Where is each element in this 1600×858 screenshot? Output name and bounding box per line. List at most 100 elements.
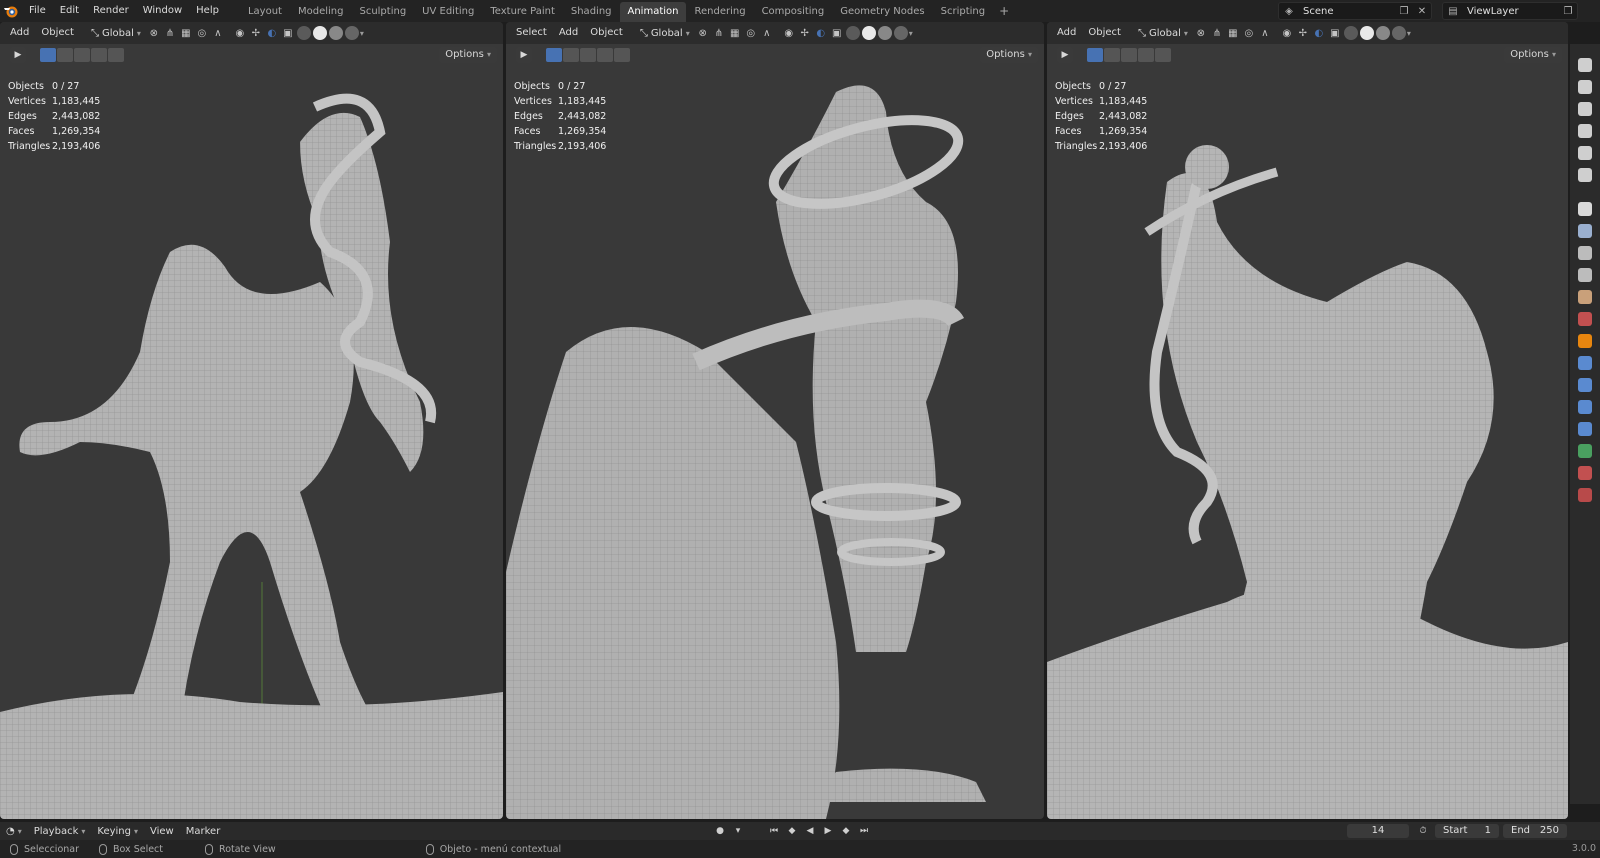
shading-wire-icon[interactable] [296, 26, 311, 40]
record-icon[interactable]: ● [712, 823, 728, 839]
physics-icon[interactable] [1578, 400, 1592, 414]
scene-icon[interactable] [1578, 290, 1592, 304]
tab-scripting[interactable]: Scripting [933, 2, 993, 22]
snap-grid-icon[interactable]: ▦ [178, 25, 194, 41]
start-frame-field[interactable]: Start 1 [1435, 824, 1499, 838]
select-tool-icon[interactable]: ▶ [516, 47, 532, 63]
view-layer-selector[interactable]: ▤ ViewLayer ❐ [1442, 2, 1578, 20]
visibility-icon[interactable]: ◉ [1279, 25, 1295, 41]
select-tool-icon[interactable]: ▶ [10, 47, 26, 63]
shading-rendered-icon[interactable] [1391, 26, 1406, 40]
gizmo-icon[interactable]: ✢ [248, 25, 264, 41]
next-keyframe-icon[interactable]: ◆ [838, 823, 854, 839]
options-dropdown[interactable]: Options ▾ [439, 47, 497, 63]
jump-end-icon[interactable]: ⏭ [856, 823, 872, 839]
select-tool-icon[interactable]: ▶ [1057, 47, 1073, 63]
end-frame-field[interactable]: End 250 [1503, 824, 1567, 838]
shading-rendered-icon[interactable] [893, 26, 908, 40]
viewport-center-orientation[interactable]: ⤡ Global ▾ [635, 24, 695, 42]
tab-shading[interactable]: Shading [563, 2, 620, 22]
snap-icon[interactable]: ⋔ [1209, 25, 1225, 41]
chevron-down-icon[interactable]: ▾ [360, 29, 364, 38]
shading-wire-icon[interactable] [845, 26, 860, 40]
menu-render[interactable]: Render [86, 0, 136, 22]
camera-icon[interactable] [1578, 146, 1592, 160]
editor-type-icon[interactable]: ◔ ▾ [0, 826, 28, 837]
tab-uv-editing[interactable]: UV Editing [414, 2, 482, 22]
tab-layout[interactable]: Layout [240, 2, 290, 22]
view-layer-name[interactable]: ViewLayer [1463, 6, 1559, 17]
options-dropdown[interactable]: Options ▾ [980, 47, 1038, 63]
proportional-icon[interactable]: ◎ [1241, 25, 1257, 41]
world-icon[interactable] [1578, 312, 1592, 326]
falloff-icon[interactable]: ∧ [1257, 25, 1273, 41]
overlay-icon[interactable]: ◐ [264, 25, 280, 41]
view-layer-icon[interactable] [1578, 268, 1592, 282]
menu-file[interactable]: File [22, 0, 53, 22]
menu-playback[interactable]: Playback ▾ [28, 826, 92, 837]
camera-icon[interactable] [1578, 102, 1592, 116]
stopwatch-icon[interactable]: ⏱ [1415, 823, 1431, 839]
viewport-center-menu-object[interactable]: Object [584, 24, 629, 42]
select-mode-buttons[interactable] [40, 48, 124, 62]
copy-scene-icon[interactable]: ❐ [1395, 3, 1413, 19]
camera-icon[interactable] [1578, 124, 1592, 138]
close-scene-icon[interactable]: ✕ [1413, 3, 1431, 19]
viewport-right[interactable]: Add Object ⤡ Global ▾ ⊗ ⋔ ▦ ◎ ∧ ◉ ✢ ◐ ▣ ▾ … [1047, 22, 1568, 819]
snap-icon[interactable]: ⋔ [711, 25, 727, 41]
camera-icon[interactable] [1578, 80, 1592, 94]
pivot-icon[interactable]: ⊗ [695, 25, 711, 41]
prev-keyframe-icon[interactable]: ◆ [784, 823, 800, 839]
material-icon[interactable] [1578, 466, 1592, 480]
play-reverse-icon[interactable]: ◀ [802, 823, 818, 839]
viewport-right-orientation[interactable]: ⤡ Global ▾ [1133, 24, 1193, 42]
proportional-icon[interactable]: ◎ [194, 25, 210, 41]
overlay-icon[interactable]: ◐ [813, 25, 829, 41]
menu-edit[interactable]: Edit [53, 0, 86, 22]
xray-icon[interactable]: ▣ [829, 25, 845, 41]
menu-keying[interactable]: Keying ▾ [91, 826, 144, 837]
xray-icon[interactable]: ▣ [1327, 25, 1343, 41]
object-icon[interactable] [1578, 334, 1592, 348]
shading-material-icon[interactable] [328, 26, 343, 40]
shading-wire-icon[interactable] [1343, 26, 1358, 40]
viewport-left-menu-object[interactable]: Object [35, 24, 80, 42]
select-mode-buttons[interactable] [546, 48, 630, 62]
tab-modeling[interactable]: Modeling [290, 2, 352, 22]
scene-selector[interactable]: ◈ Scene ❐ ✕ [1278, 2, 1432, 20]
snap-grid-icon[interactable]: ▦ [727, 25, 743, 41]
viewport-center-menu-select[interactable]: Select [510, 24, 553, 42]
shading-solid-icon[interactable] [312, 26, 327, 40]
snap-grid-icon[interactable]: ▦ [1225, 25, 1241, 41]
tool-icon[interactable] [1578, 202, 1592, 216]
add-workspace-icon[interactable]: + [993, 0, 1015, 22]
camera-icon[interactable] [1578, 58, 1592, 72]
shading-material-icon[interactable] [877, 26, 892, 40]
snap-icon[interactable]: ⋔ [162, 25, 178, 41]
tab-texture-paint[interactable]: Texture Paint [482, 2, 563, 22]
render-icon[interactable] [1578, 224, 1592, 238]
current-frame-field[interactable]: 14 [1347, 824, 1409, 838]
shading-material-icon[interactable] [1375, 26, 1390, 40]
viewport-left[interactable]: Add Object ⤡ Global ▾ ⊗ ⋔ ▦ ◎ ∧ ◉ ✢ ◐ ▣ ▾ … [0, 22, 503, 819]
pivot-icon[interactable]: ⊗ [1193, 25, 1209, 41]
visibility-icon[interactable]: ◉ [781, 25, 797, 41]
xray-icon[interactable]: ▣ [280, 25, 296, 41]
viewport-right-menu-object[interactable]: Object [1082, 24, 1127, 42]
shading-solid-icon[interactable] [1359, 26, 1374, 40]
menu-marker[interactable]: Marker [180, 826, 227, 837]
viewport-center-menu-add[interactable]: Add [553, 24, 584, 42]
blender-logo-icon[interactable] [0, 0, 22, 22]
chevron-down-icon[interactable]: ▾ [730, 823, 746, 839]
shading-rendered-icon[interactable] [344, 26, 359, 40]
chevron-down-icon[interactable]: ▾ [909, 29, 913, 38]
falloff-icon[interactable]: ∧ [210, 25, 226, 41]
visibility-icon[interactable]: ◉ [232, 25, 248, 41]
copy-view-layer-icon[interactable]: ❐ [1559, 3, 1577, 19]
select-mode-buttons[interactable] [1087, 48, 1171, 62]
jump-start-icon[interactable]: ⏮ [766, 823, 782, 839]
particles-icon[interactable] [1578, 378, 1592, 392]
tab-geometry-nodes[interactable]: Geometry Nodes [832, 2, 932, 22]
pivot-icon[interactable]: ⊗ [146, 25, 162, 41]
play-icon[interactable]: ▶ [820, 823, 836, 839]
